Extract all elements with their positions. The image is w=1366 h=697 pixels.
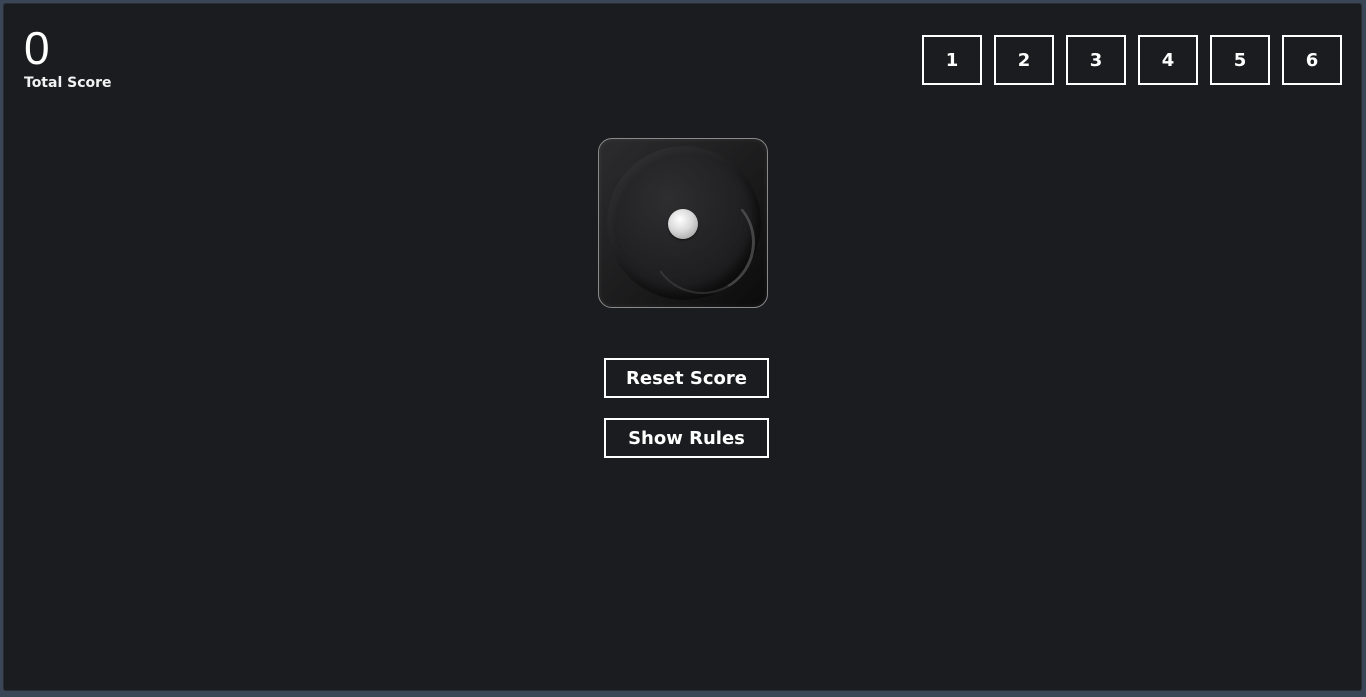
number-button-5[interactable]: 5 (1210, 35, 1270, 85)
total-score-value: 0 (24, 22, 50, 74)
die-pip (668, 209, 698, 239)
die-face-one-icon[interactable] (598, 138, 768, 308)
reset-score-button[interactable]: Reset Score (604, 358, 769, 398)
number-button-2[interactable]: 2 (994, 35, 1054, 85)
game-frame: 0 Total Score 1 2 3 4 5 6 Reset Score Sh… (3, 3, 1362, 691)
number-button-3[interactable]: 3 (1066, 35, 1126, 85)
show-rules-button[interactable]: Show Rules (604, 418, 769, 458)
score-panel: 0 Total Score (24, 25, 112, 91)
number-button-6[interactable]: 6 (1282, 35, 1342, 85)
number-selector: 1 2 3 4 5 6 (922, 35, 1342, 85)
total-score-label: Total Score (24, 75, 112, 91)
number-button-4[interactable]: 4 (1138, 35, 1198, 85)
number-button-1[interactable]: 1 (922, 35, 982, 85)
